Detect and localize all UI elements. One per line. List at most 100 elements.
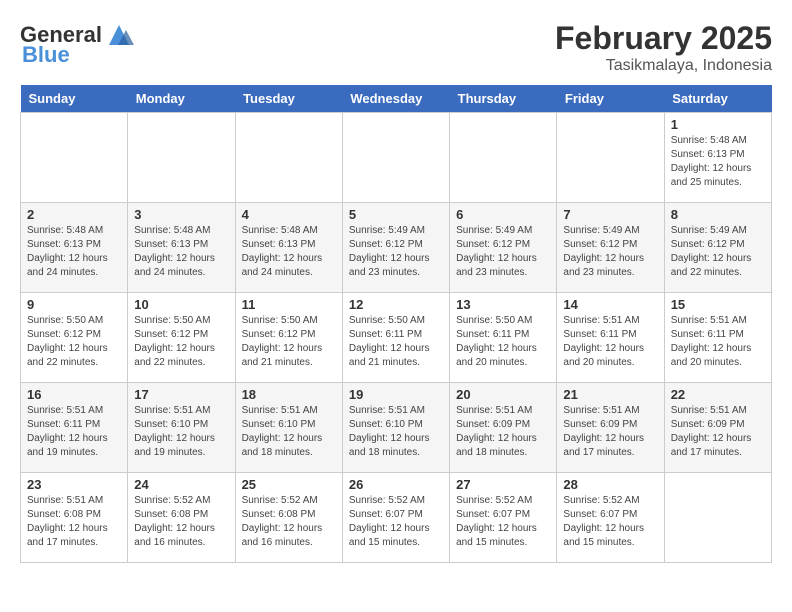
day-cell: 11 Sunrise: 5:50 AM Sunset: 6:12 PM Dayli…: [235, 293, 342, 383]
day-info: Sunrise: 5:51 AM Sunset: 6:09 PM Dayligh…: [671, 404, 765, 460]
day-info: Sunrise: 5:48 AM Sunset: 6:13 PM Dayligh…: [27, 224, 121, 280]
day-number: 10: [134, 297, 228, 312]
header: General Blue February 2025 Tasikmalaya, …: [20, 20, 772, 75]
week-row-4: 23 Sunrise: 5:51 AM Sunset: 6:08 PM Dayli…: [21, 473, 772, 563]
day-info: Sunrise: 5:52 AM Sunset: 6:07 PM Dayligh…: [456, 494, 550, 550]
day-info: Sunrise: 5:50 AM Sunset: 6:11 PM Dayligh…: [349, 314, 443, 370]
day-cell: 7 Sunrise: 5:49 AM Sunset: 6:12 PM Daylig…: [557, 203, 664, 293]
day-info: Sunrise: 5:52 AM Sunset: 6:08 PM Dayligh…: [134, 494, 228, 550]
header-monday: Monday: [128, 85, 235, 113]
week-row-0: 1Sunrise: 5:48 AM Sunset: 6:13 PM Daylig…: [21, 113, 772, 203]
day-info: Sunrise: 5:51 AM Sunset: 6:10 PM Dayligh…: [134, 404, 228, 460]
day-number: 23: [27, 477, 121, 492]
day-info: Sunrise: 5:51 AM Sunset: 6:09 PM Dayligh…: [456, 404, 550, 460]
day-cell: 25 Sunrise: 5:52 AM Sunset: 6:08 PM Dayli…: [235, 473, 342, 563]
header-sunday: Sunday: [21, 85, 128, 113]
day-number: 25: [242, 477, 336, 492]
day-number: 22: [671, 387, 765, 402]
day-number: 27: [456, 477, 550, 492]
day-cell: 22 Sunrise: 5:51 AM Sunset: 6:09 PM Dayli…: [664, 383, 771, 473]
header-friday: Friday: [557, 85, 664, 113]
day-cell: [664, 473, 771, 563]
day-number: 6: [456, 207, 550, 222]
day-info: Sunrise: 5:51 AM Sunset: 6:11 PM Dayligh…: [671, 314, 765, 370]
day-number: 11: [242, 297, 336, 312]
day-cell: 9Sunrise: 5:50 AM Sunset: 6:12 PM Daylig…: [21, 293, 128, 383]
day-cell: 4Sunrise: 5:48 AM Sunset: 6:13 PM Daylig…: [235, 203, 342, 293]
day-info: Sunrise: 5:51 AM Sunset: 6:08 PM Dayligh…: [27, 494, 121, 550]
day-number: 7: [563, 207, 657, 222]
month-title: February 2025: [555, 20, 772, 57]
day-info: Sunrise: 5:50 AM Sunset: 6:12 PM Dayligh…: [27, 314, 121, 370]
day-number: 3: [134, 207, 228, 222]
day-info: Sunrise: 5:52 AM Sunset: 6:08 PM Dayligh…: [242, 494, 336, 550]
day-cell: 15 Sunrise: 5:51 AM Sunset: 6:11 PM Dayli…: [664, 293, 771, 383]
day-cell: 16 Sunrise: 5:51 AM Sunset: 6:11 PM Dayli…: [21, 383, 128, 473]
day-number: 24: [134, 477, 228, 492]
day-cell: 27 Sunrise: 5:52 AM Sunset: 6:07 PM Dayli…: [450, 473, 557, 563]
day-info: Sunrise: 5:50 AM Sunset: 6:12 PM Dayligh…: [242, 314, 336, 370]
day-cell: 8Sunrise: 5:49 AM Sunset: 6:12 PM Daylig…: [664, 203, 771, 293]
day-cell: 23 Sunrise: 5:51 AM Sunset: 6:08 PM Dayli…: [21, 473, 128, 563]
day-info: Sunrise: 5:52 AM Sunset: 6:07 PM Dayligh…: [349, 494, 443, 550]
day-number: 13: [456, 297, 550, 312]
header-tuesday: Tuesday: [235, 85, 342, 113]
day-cell: 28 Sunrise: 5:52 AM Sunset: 6:07 PM Dayli…: [557, 473, 664, 563]
day-number: 17: [134, 387, 228, 402]
day-number: 14: [563, 297, 657, 312]
header-thursday: Thursday: [450, 85, 557, 113]
day-number: 15: [671, 297, 765, 312]
day-number: 12: [349, 297, 443, 312]
day-cell: 17 Sunrise: 5:51 AM Sunset: 6:10 PM Dayli…: [128, 383, 235, 473]
logo: General Blue: [20, 20, 134, 68]
day-cell: 13 Sunrise: 5:50 AM Sunset: 6:11 PM Dayli…: [450, 293, 557, 383]
logo-blue-text: Blue: [22, 42, 70, 68]
day-cell: 1Sunrise: 5:48 AM Sunset: 6:13 PM Daylig…: [664, 113, 771, 203]
day-cell: 26 Sunrise: 5:52 AM Sunset: 6:07 PM Dayli…: [342, 473, 449, 563]
day-info: Sunrise: 5:50 AM Sunset: 6:11 PM Dayligh…: [456, 314, 550, 370]
day-cell: [128, 113, 235, 203]
day-info: Sunrise: 5:51 AM Sunset: 6:11 PM Dayligh…: [563, 314, 657, 370]
day-number: 18: [242, 387, 336, 402]
day-info: Sunrise: 5:49 AM Sunset: 6:12 PM Dayligh…: [456, 224, 550, 280]
week-row-3: 16 Sunrise: 5:51 AM Sunset: 6:11 PM Dayli…: [21, 383, 772, 473]
week-row-2: 9Sunrise: 5:50 AM Sunset: 6:12 PM Daylig…: [21, 293, 772, 383]
day-cell: [450, 113, 557, 203]
day-cell: 20 Sunrise: 5:51 AM Sunset: 6:09 PM Dayli…: [450, 383, 557, 473]
day-number: 8: [671, 207, 765, 222]
day-number: 19: [349, 387, 443, 402]
header-wednesday: Wednesday: [342, 85, 449, 113]
day-cell: 19 Sunrise: 5:51 AM Sunset: 6:10 PM Dayli…: [342, 383, 449, 473]
day-info: Sunrise: 5:51 AM Sunset: 6:10 PM Dayligh…: [242, 404, 336, 460]
day-cell: 2 Sunrise: 5:48 AM Sunset: 6:13 PM Daylig…: [21, 203, 128, 293]
day-cell: 10 Sunrise: 5:50 AM Sunset: 6:12 PM Dayli…: [128, 293, 235, 383]
header-saturday: Saturday: [664, 85, 771, 113]
day-number: 20: [456, 387, 550, 402]
day-info: Sunrise: 5:52 AM Sunset: 6:07 PM Dayligh…: [563, 494, 657, 550]
day-cell: [557, 113, 664, 203]
day-info: Sunrise: 5:49 AM Sunset: 6:12 PM Dayligh…: [563, 224, 657, 280]
day-cell: 21 Sunrise: 5:51 AM Sunset: 6:09 PM Dayli…: [557, 383, 664, 473]
day-cell: [21, 113, 128, 203]
day-number: 2: [27, 207, 121, 222]
day-info: Sunrise: 5:50 AM Sunset: 6:12 PM Dayligh…: [134, 314, 228, 370]
day-cell: 5 Sunrise: 5:49 AM Sunset: 6:12 PM Daylig…: [342, 203, 449, 293]
day-info: Sunrise: 5:51 AM Sunset: 6:10 PM Dayligh…: [349, 404, 443, 460]
day-number: 21: [563, 387, 657, 402]
day-info: Sunrise: 5:51 AM Sunset: 6:11 PM Dayligh…: [27, 404, 121, 460]
calendar-table: SundayMondayTuesdayWednesdayThursdayFrid…: [20, 85, 772, 563]
day-info: Sunrise: 5:51 AM Sunset: 6:09 PM Dayligh…: [563, 404, 657, 460]
day-number: 16: [27, 387, 121, 402]
day-number: 28: [563, 477, 657, 492]
day-cell: 6 Sunrise: 5:49 AM Sunset: 6:12 PM Daylig…: [450, 203, 557, 293]
calendar-header-row: SundayMondayTuesdayWednesdayThursdayFrid…: [21, 85, 772, 113]
day-number: 26: [349, 477, 443, 492]
location-title: Tasikmalaya, Indonesia: [555, 57, 772, 75]
day-info: Sunrise: 5:48 AM Sunset: 6:13 PM Dayligh…: [242, 224, 336, 280]
day-number: 5: [349, 207, 443, 222]
day-info: Sunrise: 5:49 AM Sunset: 6:12 PM Dayligh…: [349, 224, 443, 280]
day-cell: 14 Sunrise: 5:51 AM Sunset: 6:11 PM Dayli…: [557, 293, 664, 383]
day-cell: 3Sunrise: 5:48 AM Sunset: 6:13 PM Daylig…: [128, 203, 235, 293]
day-cell: [342, 113, 449, 203]
title-area: February 2025 Tasikmalaya, Indonesia: [555, 20, 772, 75]
